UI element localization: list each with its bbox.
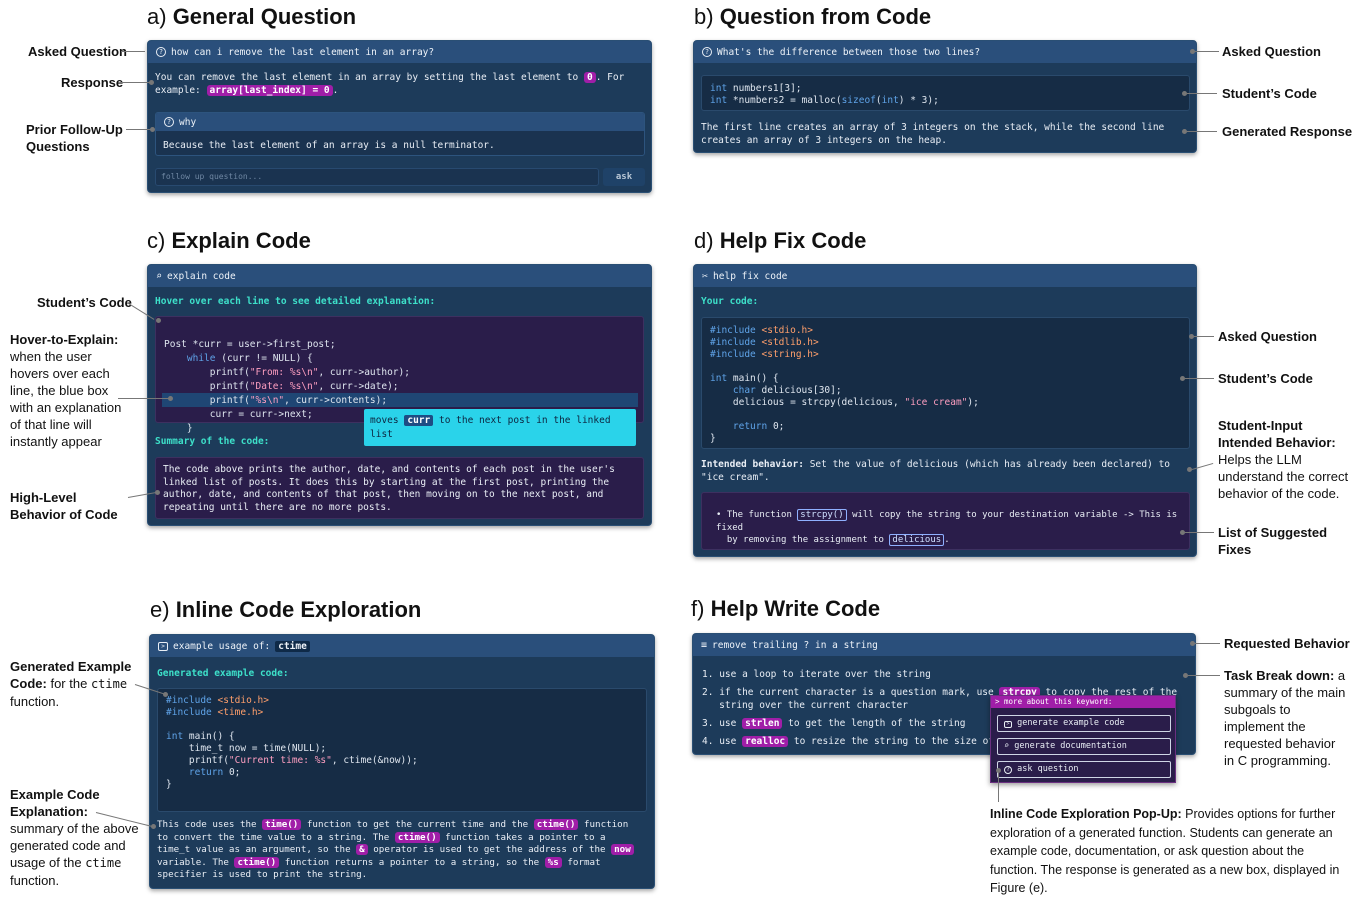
example-usage-header[interactable]: > example usage of: ctime [150,635,654,657]
keyword-pill[interactable]: strlen [742,718,783,729]
ask-button[interactable]: ask [603,168,645,186]
fix-item: • The function strcpy() will copy the st… [716,509,1178,546]
followup-card[interactable]: ? why Because the last element of an arr… [155,112,645,156]
code-line[interactable]: printf("From: %s\n", curr->author); [164,367,410,378]
code-line[interactable]: while (curr != NULL) { [164,353,313,364]
help-fix-header[interactable]: ✂ help fix code [694,265,1196,287]
annotation: List of Suggested Fixes [1218,525,1328,557]
annotation: Generated Response [1222,124,1353,139]
ask-question-button[interactable]: ? ask question [997,761,1171,778]
annotation: Student-Input Intended Behavior: Helps th… [1218,418,1349,501]
requested-behavior-header[interactable]: ≡ remove trailing ? in a string [693,634,1195,656]
followup-header[interactable]: ? why [156,113,644,131]
search-icon: ⌕ [1004,741,1010,751]
question-icon: ? [164,117,174,127]
section-c-title: c) Explain Code [147,228,311,253]
annotation: Asked Question [28,44,127,59]
summary-title: Summary of the code: [155,436,270,447]
search-icon: ⌕ [156,270,163,282]
annotation: Generated Example Code: for the ctime fun… [10,659,132,709]
general-question-panel: ? how can i remove the last element in a… [147,40,652,193]
keyword-popup: > more about this keyword: > generate ex… [990,695,1176,783]
annotation: Requested Behavior [1224,636,1350,651]
question-icon: ? [156,47,166,57]
explain-code-panel: ⌕ explain code Hover over each line to s… [147,264,652,526]
generated-code-box: #include <stdio.h> #include <time.h> int… [157,688,647,812]
your-code-label: Your code: [701,296,759,307]
inline-code-exploration-panel: > example usage of: ctime Generated exam… [149,634,655,889]
question-icon: ? [1004,766,1012,774]
followup-input[interactable]: follow up question... [155,168,599,186]
annotation: Student’s Code [37,295,132,310]
annotation: Response [61,75,124,90]
followup-answer: Because the last element of an array is … [163,140,495,151]
generate-example-button[interactable]: > generate example code [997,715,1171,732]
section-a-title: a) General Question [147,4,357,29]
popup-title: > more about this keyword: [991,696,1175,708]
section-d-title: d) Help Fix Code [694,228,867,253]
code-explanation: This code uses the time() function to ge… [157,819,652,882]
section-b-title: b) Question from Code [694,4,932,29]
student-code-box: #include <stdio.h> #include <stdlib.h> #… [701,317,1190,449]
student-code-box: int numbers1[3]; int *numbers2 = malloc(… [701,75,1190,111]
code-line[interactable]: Post *curr = user->first_post; [164,339,336,350]
annotation: Asked Question [1222,44,1321,59]
section-f-title: f) Help Write Code [691,596,881,621]
generated-code-title: Generated example code: [157,668,289,679]
annotation: Student’s Code [1218,371,1313,386]
annotation: Task Break down: a summary of the main s… [1224,668,1346,768]
question-icon: ? [702,47,712,57]
question-text: how can i remove the last element in an … [171,46,435,58]
code-line[interactable]: printf("%s\n", curr->contents); [164,395,387,406]
generated-response: The first line creates an array of 3 int… [701,122,1165,146]
tools-icon: ✂ [702,270,709,282]
explain-code-header[interactable]: ⌕ explain code [148,265,651,287]
terminal-icon: > [158,641,168,651]
question-from-code-panel: ? What's the difference between those tw… [693,40,1197,153]
generate-documentation-button[interactable]: ⌕ generate documentation [997,738,1171,755]
terminal-icon: > [1004,721,1012,728]
keyword-pill[interactable]: realloc [742,736,789,747]
annotation: Example Code Explanation: summary of the … [10,787,139,888]
followup-question: why [179,116,197,128]
code-line[interactable]: printf("Date: %s\n", curr->date); [164,381,399,392]
question-header[interactable]: ? how can i remove the last element in a… [148,41,651,63]
explanation-tooltip: moves curr to the next post in the linke… [364,409,636,446]
help-fix-code-panel: ✂ help fix code Your code: #include <std… [693,264,1197,557]
annotation: Prior Follow-Up Questions [26,122,123,154]
student-code-box: Post *curr = user->first_post; while (cu… [155,316,644,434]
annotation: Inline Code Exploration Pop-Up: Provides… [990,807,1340,895]
annotation: Asked Question [1218,329,1317,344]
question-header[interactable]: ? What's the difference between those tw… [694,41,1196,63]
hover-hint: Hover over each line to see detailed exp… [155,296,436,307]
task-step: 1. use a loop to iterate over the string [702,669,931,680]
code-line[interactable]: curr = curr->next; [164,409,313,420]
annotation: Hover-to-Explain: when the user hovers ov… [10,332,122,449]
section-e-title: e) Inline Code Exploration [150,597,422,622]
list-icon: ≡ [701,639,708,651]
response-text: You can remove the last element in an ar… [155,72,625,96]
annotation: Student’s Code [1222,86,1317,101]
summary-box: The code above prints the author, date, … [155,457,644,519]
code-line[interactable]: } [164,423,193,434]
intended-behavior: Intended behavior: Set the value of deli… [701,459,1171,483]
annotation: High-Level Behavior of Code [10,490,118,522]
suggested-fixes-box: • The function strcpy() will copy the st… [701,492,1190,550]
